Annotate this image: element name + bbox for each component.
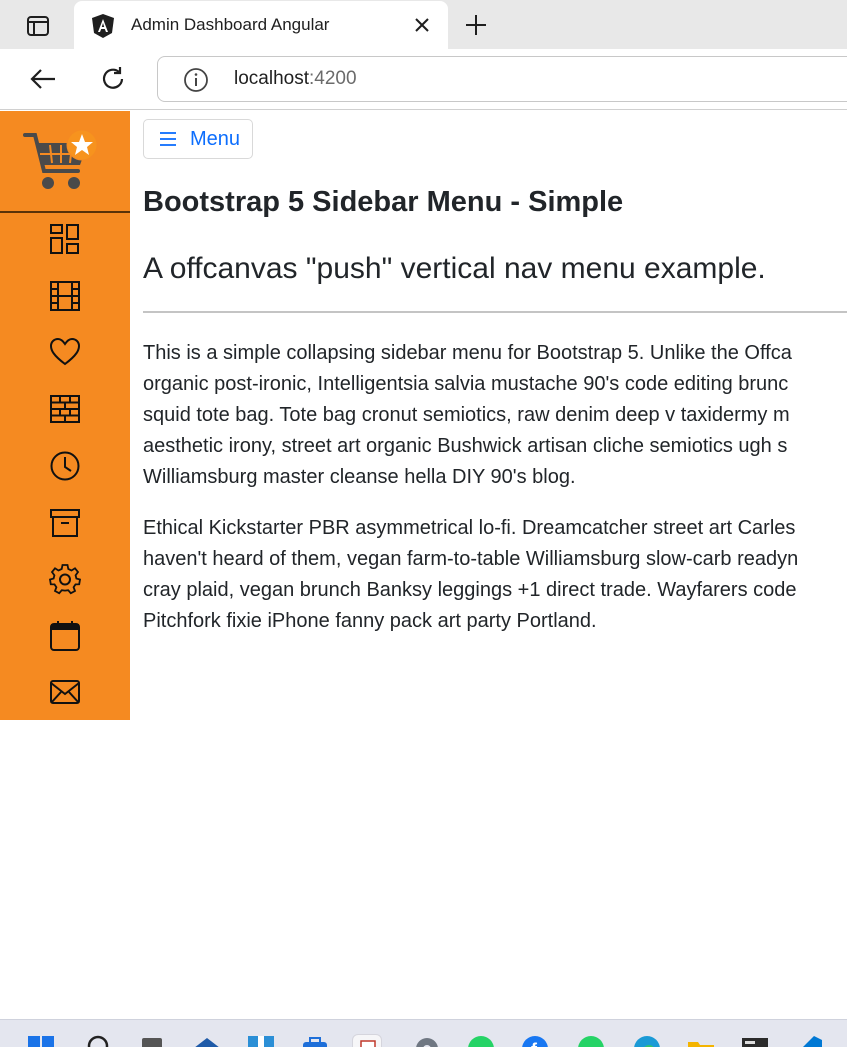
archive-icon — [50, 509, 80, 537]
paragraph-line: organic post-ironic, Intelligentsia salv… — [143, 373, 789, 395]
sidebar-item-archive[interactable] — [47, 506, 83, 540]
sidebar-item-bricks[interactable] — [47, 392, 83, 426]
url-text[interactable]: localhost:4200 — [234, 68, 357, 90]
menu-toggle-button[interactable]: Menu — [143, 119, 253, 159]
os-taskbar: f — [0, 1019, 847, 1047]
app-icon[interactable] — [192, 1034, 222, 1047]
info-icon[interactable] — [182, 66, 210, 94]
notepad-icon[interactable] — [352, 1034, 382, 1047]
paragraph-line: haven't heard of them, vegan farm-to-tab… — [143, 548, 799, 570]
file-explorer-icon[interactable] — [686, 1034, 716, 1047]
close-icon[interactable] — [410, 13, 434, 37]
app-icon[interactable] — [300, 1034, 330, 1047]
sidebar-divider — [0, 211, 130, 213]
shopping-cart-star-logo[interactable] — [22, 127, 100, 197]
edge-icon[interactable] — [632, 1034, 662, 1047]
bricks-icon — [50, 395, 80, 423]
back-arrow-icon[interactable] — [26, 62, 60, 96]
terminal-icon[interactable] — [740, 1034, 770, 1047]
envelope-icon — [50, 680, 80, 704]
paragraph-1: This is a simple collapsing sidebar menu… — [143, 338, 847, 493]
plus-icon[interactable] — [462, 11, 490, 39]
url-port: :4200 — [309, 68, 357, 89]
paragraph-line: Pitchfork fixie iPhone fanny pack art pa… — [143, 610, 597, 632]
svg-text:f: f — [531, 1040, 538, 1047]
angular-favicon-icon — [90, 13, 116, 39]
browser-tab-bar: Admin Dashboard Angular — [0, 0, 847, 49]
dashboard-grid-icon — [50, 224, 79, 254]
app-icon[interactable] — [246, 1034, 276, 1047]
heart-icon — [49, 337, 81, 366]
sidebar-item-history[interactable] — [47, 449, 83, 483]
sidebar-item-messages[interactable] — [47, 675, 83, 709]
hamburger-icon — [160, 130, 178, 148]
url-host: localhost — [234, 68, 309, 89]
page-subtitle: A offcanvas "push" vertical nav menu exa… — [143, 252, 766, 285]
sidebar-item-settings[interactable] — [47, 562, 83, 596]
calendar-icon — [50, 621, 80, 651]
sidebar-item-film[interactable] — [47, 279, 83, 313]
tab-actions-icon[interactable] — [18, 11, 58, 41]
paragraph-2: Ethical Kickstarter PBR asymmetrical lo-… — [143, 513, 847, 637]
sidebar-item-calendar[interactable] — [47, 619, 83, 653]
menu-button-label: Menu — [190, 127, 241, 150]
gear-icon — [49, 564, 81, 595]
facebook-icon[interactable]: f — [520, 1034, 550, 1047]
paragraph-line: cray plaid, vegan brunch Banksy leggings… — [143, 579, 797, 601]
paragraph-line: This is a simple collapsing sidebar menu… — [143, 342, 792, 364]
task-view-icon[interactable] — [138, 1034, 168, 1047]
page-title: Bootstrap 5 Sidebar Menu - Simple — [143, 186, 624, 218]
vscode-icon[interactable] — [794, 1034, 824, 1047]
whatsapp-icon[interactable] — [576, 1034, 606, 1047]
address-bar[interactable]: localhost:4200 — [157, 56, 847, 102]
tab-title: Admin Dashboard Angular — [131, 15, 330, 34]
divider — [143, 311, 847, 313]
sidebar-item-dashboard[interactable] — [47, 222, 83, 256]
paragraph-line: Williamsburg master cleanse hella DIY 90… — [143, 466, 576, 488]
sidebar — [0, 111, 130, 720]
search-icon[interactable] — [84, 1034, 114, 1047]
whatsapp-icon[interactable] — [466, 1034, 496, 1047]
settings-icon[interactable] — [412, 1034, 442, 1047]
browser-tab[interactable]: Admin Dashboard Angular — [74, 1, 448, 49]
paragraph-line: Ethical Kickstarter PBR asymmetrical lo-… — [143, 517, 796, 539]
sidebar-item-favorites[interactable] — [47, 335, 83, 369]
clock-icon — [50, 451, 80, 481]
browser-toolbar: localhost:4200 — [0, 49, 847, 110]
paragraph-line: aesthetic irony, street art organic Bush… — [143, 435, 788, 457]
paragraph-line: squid tote bag. Tote bag cronut semiotic… — [143, 404, 790, 426]
reload-icon[interactable] — [96, 62, 130, 96]
film-icon — [50, 281, 80, 311]
windows-start-icon[interactable] — [26, 1034, 56, 1047]
